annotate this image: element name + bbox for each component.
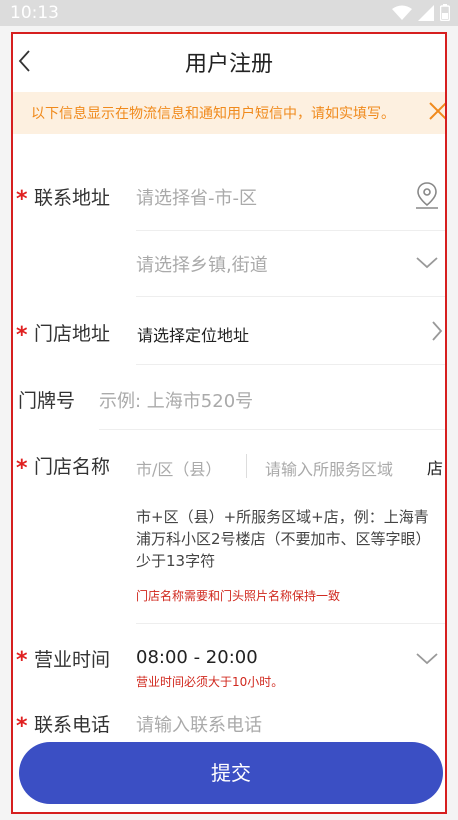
notice-text: 以下信息显示在物流信息和通知用户短信中，请如实填写。	[31, 106, 395, 122]
status-bar: 10:13	[0, 0, 458, 26]
divider	[136, 230, 445, 231]
door-number-input[interactable]: 示例: 上海市520号	[99, 387, 253, 413]
chevron-right-icon[interactable]	[431, 320, 443, 342]
contact-address-label: 联系地址	[34, 187, 111, 209]
divider	[99, 429, 445, 430]
divider	[136, 623, 445, 624]
submit-button[interactable]: 提交	[19, 742, 443, 804]
region-picker[interactable]: 请选择省-市-区	[136, 184, 257, 210]
required-mark: *	[16, 714, 28, 739]
signal-icon	[418, 4, 434, 21]
service-area-input[interactable]: 请输入所服务区域	[265, 456, 393, 480]
location-pin-icon[interactable]	[413, 180, 441, 210]
close-icon[interactable]	[427, 100, 447, 122]
city-district-input[interactable]: 市/区（县）	[136, 456, 221, 480]
phone-input[interactable]: 请输入联系电话	[136, 711, 262, 737]
store-name-warning: 门店名称需要和门头照片名称保持一致	[136, 589, 341, 603]
required-mark: *	[16, 187, 28, 212]
store-name-helper: 市+区（县）+所服务区域+店，例：上海青浦万科小区2号楼店（不要加市、区等字眼）…	[136, 508, 431, 570]
divider	[136, 364, 445, 365]
business-hours-warning: 营业时间必须大于10小时。	[136, 675, 284, 689]
battery-icon	[440, 4, 450, 21]
wifi-icon	[392, 5, 412, 20]
business-hours-label: 营业时间	[34, 649, 111, 671]
notice-banner: 以下信息显示在物流信息和通知用户短信中，请如实填写。	[13, 92, 447, 134]
page-title: 用户注册	[184, 52, 273, 77]
status-icons	[392, 4, 450, 21]
store-address-label: 门店地址	[34, 323, 111, 345]
divider	[136, 296, 445, 297]
store-address-picker[interactable]: 请选择定位地址	[137, 322, 249, 346]
required-mark: *	[16, 456, 28, 481]
required-mark: *	[16, 323, 28, 348]
store-suffix: 店	[427, 459, 444, 478]
door-number-label: 门牌号	[18, 390, 76, 412]
required-mark: *	[16, 648, 28, 673]
registration-screen: 用户注册 以下信息显示在物流信息和通知用户短信中，请如实填写。 * 联系地址 请…	[11, 32, 447, 814]
nav-bar: 用户注册	[13, 34, 445, 88]
field-separator	[246, 454, 247, 478]
business-hours-picker[interactable]: 08:00 - 20:00	[136, 647, 258, 668]
street-picker[interactable]: 请选择乡镇,街道	[136, 251, 268, 277]
store-name-label: 门店名称	[34, 456, 111, 478]
chevron-down-icon[interactable]	[415, 256, 439, 270]
chevron-down-icon[interactable]	[415, 652, 439, 666]
phone-label: 联系电话	[34, 714, 111, 736]
status-time: 10:13	[10, 3, 59, 23]
